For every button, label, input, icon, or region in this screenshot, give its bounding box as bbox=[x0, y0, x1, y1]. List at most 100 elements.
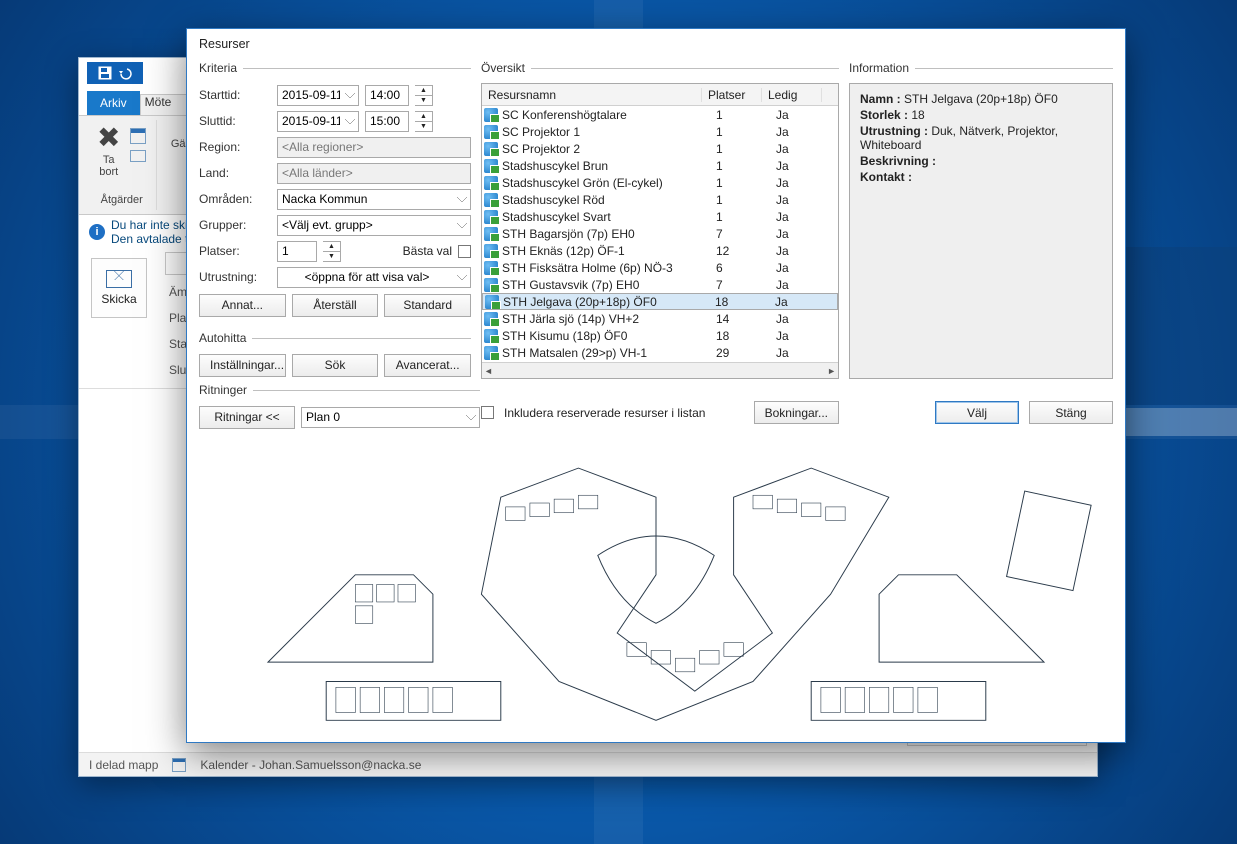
kriteria-section: Kriteria Starttid: ▲▼ Sluttid: ▲▼ Region… bbox=[199, 61, 471, 319]
annat-button[interactable]: Annat... bbox=[199, 294, 286, 317]
envelope-icon bbox=[106, 270, 132, 288]
quick-access-toolbar[interactable] bbox=[87, 62, 143, 84]
resource-icon bbox=[484, 329, 498, 343]
basta-val-checkbox[interactable] bbox=[458, 245, 471, 258]
grupper-select[interactable] bbox=[277, 215, 471, 236]
floorplan-viewer[interactable] bbox=[199, 439, 1113, 730]
table-row[interactable]: SC Projektor 21Ja bbox=[482, 140, 838, 157]
resource-icon bbox=[484, 159, 498, 173]
oversikt-section: Översikt Resursnamn Platser Ledig SC Kon… bbox=[481, 61, 839, 379]
kriteria-legend: Kriteria bbox=[199, 61, 243, 75]
table-row[interactable]: STH Gustavsvik (7p) EH07Ja bbox=[482, 276, 838, 293]
dialog-title: Resurser bbox=[187, 29, 1125, 53]
resource-icon bbox=[484, 346, 498, 360]
table-row[interactable]: SC Konferenshögtalare1Ja bbox=[482, 106, 838, 123]
start-time-input[interactable] bbox=[365, 85, 409, 106]
resource-icon bbox=[484, 125, 498, 139]
tab-arkiv[interactable]: Arkiv bbox=[87, 91, 140, 115]
sok-button[interactable]: Sök bbox=[292, 354, 379, 377]
resource-icon bbox=[484, 278, 498, 292]
utrustning-select[interactable] bbox=[277, 267, 471, 288]
valj-button[interactable]: Välj bbox=[935, 401, 1019, 424]
table-row[interactable]: STH Bagarsjön (7p) EH07Ja bbox=[482, 225, 838, 242]
ritningar-legend: Ritninger bbox=[199, 383, 253, 397]
starttid-label: Starttid: bbox=[199, 88, 271, 102]
table-row[interactable]: STH Fisksätra Holme (6p) NÖ-36Ja bbox=[482, 259, 838, 276]
region-label: Region: bbox=[199, 140, 271, 154]
resource-icon bbox=[484, 193, 498, 207]
table-row[interactable]: STH Eknäs (12p) ÖF-112Ja bbox=[482, 242, 838, 259]
avancerat-button[interactable]: Avancerat... bbox=[384, 354, 471, 377]
info-panel: Namn : STH Jelgava (20p+18p) ÖF0 Storlek… bbox=[849, 83, 1113, 379]
resources-rows[interactable]: SC Konferenshögtalare1JaSC Projektor 11J… bbox=[482, 106, 838, 362]
standard-button[interactable]: Standard bbox=[384, 294, 471, 317]
table-row[interactable]: STH Kisumu (18p) ÖF018Ja bbox=[482, 327, 838, 344]
region-select bbox=[277, 137, 471, 158]
delete-button[interactable]: ✖ Ta bort bbox=[97, 124, 120, 178]
save-icon[interactable] bbox=[97, 65, 113, 81]
info-icon: i bbox=[89, 224, 105, 240]
table-row[interactable]: Stadshuscykel Grön (El-cykel)1Ja bbox=[482, 174, 838, 191]
forward-icon[interactable] bbox=[130, 150, 146, 162]
resource-icon bbox=[484, 210, 498, 224]
bokningar-button[interactable]: Bokningar... bbox=[754, 401, 839, 424]
resource-icon bbox=[484, 108, 498, 122]
table-row[interactable]: STH Jelgava (20p+18p) ÖF018Ja bbox=[482, 293, 838, 310]
ribbon-atgarder-group: ✖ Ta bort Åtgärder bbox=[87, 120, 157, 210]
start-time-spinner[interactable]: ▲▼ bbox=[415, 85, 433, 106]
installningar-button[interactable]: Inställningar... bbox=[199, 354, 286, 377]
table-row[interactable]: STH Järla sjö (14p) VH+214Ja bbox=[482, 310, 838, 327]
basta-val-label: Bästa val bbox=[403, 244, 452, 258]
resources-table: Resursnamn Platser Ledig SC Konferenshög… bbox=[481, 83, 839, 379]
status-calendar-name: Kalender - Johan.Samuelsson@nacka.se bbox=[200, 758, 421, 772]
col-platser[interactable]: Platser bbox=[702, 88, 762, 102]
aterstall-button[interactable]: Återställ bbox=[292, 294, 379, 317]
autohitta-legend: Autohitta bbox=[199, 331, 252, 345]
resources-dialog: Resurser Kriteria Starttid: ▲▼ Sluttid: … bbox=[186, 28, 1126, 743]
table-row[interactable]: SC Projektor 11Ja bbox=[482, 123, 838, 140]
utrustning-label: Utrustning: bbox=[199, 270, 271, 284]
end-date-input[interactable] bbox=[277, 111, 359, 132]
horizontal-scrollbar[interactable]: ◄► bbox=[482, 362, 838, 378]
table-row[interactable]: Stadshuscykel Svart1Ja bbox=[482, 208, 838, 225]
resource-icon bbox=[484, 227, 498, 241]
resource-icon bbox=[484, 261, 498, 275]
col-ledig[interactable]: Ledig bbox=[762, 88, 822, 102]
include-reserved-checkbox[interactable] bbox=[481, 406, 494, 419]
tab-mote[interactable]: Möte bbox=[140, 94, 191, 115]
platser-label: Platser: bbox=[199, 244, 271, 258]
omraden-select[interactable] bbox=[277, 189, 471, 210]
ribbon-group-label: Åtgärder bbox=[101, 194, 143, 206]
resource-icon bbox=[485, 295, 499, 309]
undo-icon[interactable] bbox=[117, 65, 133, 81]
resource-icon bbox=[484, 312, 498, 326]
stang-button[interactable]: Stäng bbox=[1029, 401, 1113, 424]
status-shared-folder: I delad mapp bbox=[89, 758, 158, 772]
calendar-icon[interactable] bbox=[130, 128, 146, 144]
resource-icon bbox=[484, 176, 498, 190]
platser-spinner[interactable]: ▲▼ bbox=[323, 241, 341, 262]
plan-select[interactable] bbox=[301, 407, 480, 428]
resource-icon bbox=[484, 244, 498, 258]
sluttid-label: Sluttid: bbox=[199, 114, 271, 128]
send-button[interactable]: Skicka bbox=[91, 258, 147, 318]
end-time-input[interactable] bbox=[365, 111, 409, 132]
platser-input[interactable] bbox=[277, 241, 317, 262]
col-resursnamn[interactable]: Resursnamn bbox=[482, 88, 702, 102]
table-row[interactable]: Stadshuscykel Brun1Ja bbox=[482, 157, 838, 174]
grupper-label: Grupper: bbox=[199, 218, 271, 232]
ritningar-toggle-button[interactable]: Ritningar << bbox=[199, 406, 295, 429]
land-select bbox=[277, 163, 471, 184]
calendar-icon bbox=[172, 758, 186, 772]
start-date-input[interactable] bbox=[277, 85, 359, 106]
omraden-label: Områden: bbox=[199, 192, 271, 206]
land-label: Land: bbox=[199, 166, 271, 180]
table-row[interactable]: STH Matsalen (29>p) VH-129Ja bbox=[482, 344, 838, 361]
resource-icon bbox=[484, 142, 498, 156]
end-time-spinner[interactable]: ▲▼ bbox=[415, 111, 433, 132]
ritningar-section: Ritninger Ritningar << bbox=[199, 383, 480, 431]
table-row[interactable]: Stadshuscykel Röd1Ja bbox=[482, 191, 838, 208]
information-legend: Information bbox=[849, 61, 915, 75]
include-reserved-label: Inkludera reserverade resurser i listan bbox=[504, 406, 705, 420]
oversikt-legend: Översikt bbox=[481, 61, 531, 75]
